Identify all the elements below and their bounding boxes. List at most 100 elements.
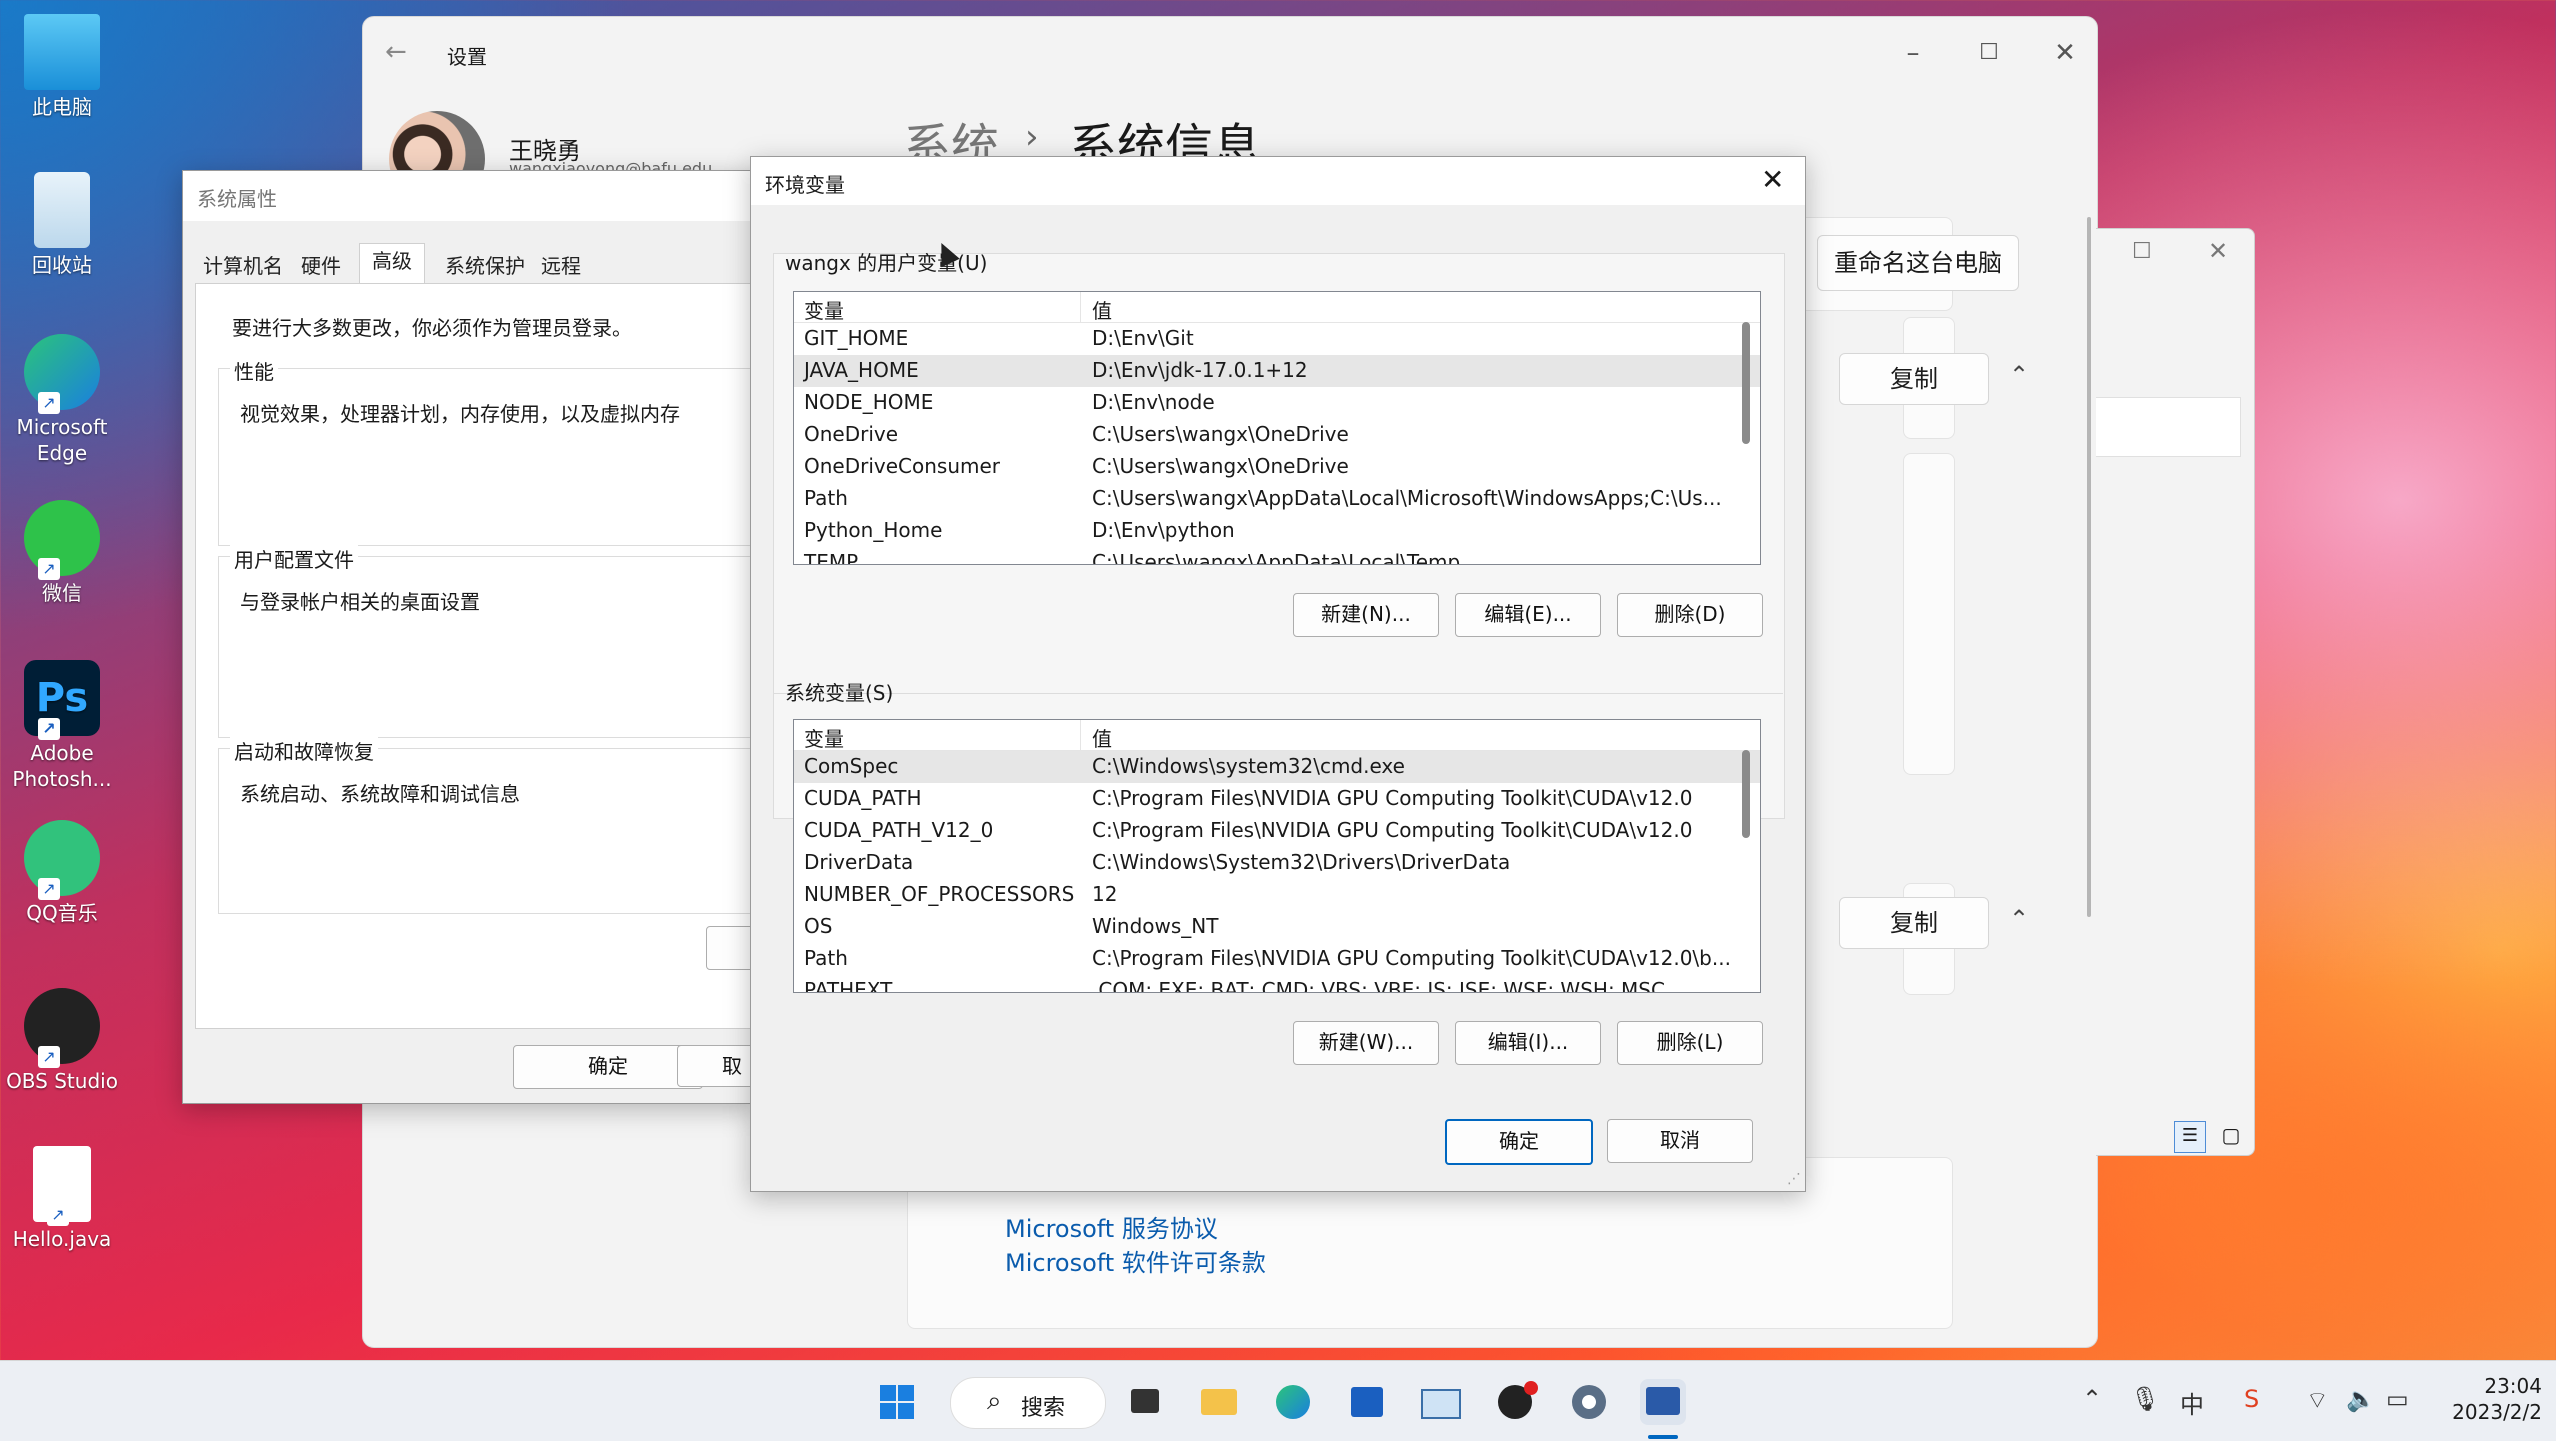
monitor-app-icon[interactable]	[1418, 1379, 1464, 1425]
shortcut-arrow-icon: ↗	[47, 1204, 69, 1226]
table-row[interactable]: Path C:\Users\wangx\AppData\Local\Microso…	[794, 483, 1760, 515]
desktop-icon[interactable]: 此电脑	[6, 14, 118, 120]
tab-hardware[interactable]: 硬件	[301, 249, 341, 283]
desktop-icon-label: 回收站	[32, 253, 92, 277]
variable-name: Python_Home	[804, 518, 943, 542]
ok-button[interactable]: 确定	[1445, 1119, 1593, 1165]
tab-computer-name[interactable]: 计算机名	[203, 249, 283, 283]
cancel-button[interactable]: 取	[677, 1045, 757, 1087]
table-row[interactable]: OneDrive C:\Users\wangx\OneDrive	[794, 419, 1760, 451]
clock[interactable]: 23:04 2023/2/2	[2446, 1373, 2542, 1425]
list-view-icon[interactable]: ☰	[2174, 1121, 2206, 1153]
taskbar: ⌕ 搜索 ⌃ 🎙 中 S ⌔ 🔈 ▭ 23:04 2023/2/2	[0, 1360, 2556, 1441]
maximize-icon[interactable]: ☐	[1971, 35, 2007, 71]
variable-value: C:\Users\wangx\OneDrive	[1092, 422, 1349, 446]
maximize-icon[interactable]: ☐	[2132, 239, 2152, 264]
file-explorer-icon[interactable]	[1196, 1379, 1242, 1425]
table-row[interactable]: NODE_HOME D:\Env\node	[794, 387, 1760, 419]
settings-gear-icon[interactable]	[1566, 1379, 1612, 1425]
scrollbar[interactable]	[2087, 217, 2091, 917]
edge-icon[interactable]	[1270, 1379, 1316, 1425]
close-icon[interactable]: ✕	[2208, 237, 2228, 265]
desktop-icon-label: Hello.java	[12, 1227, 112, 1251]
performance-group	[218, 368, 760, 546]
desktop-icon[interactable]: Ps ↗ Adobe Photosh...	[6, 660, 118, 792]
table-row[interactable]: TEMP C:\Users\wangx\AppData\Local\Temp	[794, 547, 1760, 564]
store-icon[interactable]	[1344, 1379, 1390, 1425]
battery-icon[interactable]: ▭	[2386, 1385, 2409, 1413]
copy-device-spec-button[interactable]: 复制	[1839, 353, 1989, 405]
column-value[interactable]: 值	[1092, 723, 1732, 752]
user-new-button[interactable]: 新建(N)...	[1293, 593, 1439, 637]
environment-variables-dialog: 环境变量 ✕ wangx 的用户变量(U) 变量 值 GIT_HOME D:\En…	[750, 156, 1806, 1192]
chevron-up-icon[interactable]: ⌃	[2009, 905, 2029, 933]
search-box[interactable]: ⌕ 搜索	[950, 1377, 1106, 1429]
close-icon[interactable]: ✕	[1761, 163, 1784, 196]
rename-pc-button[interactable]: 重命名这台电脑	[1817, 235, 2019, 291]
copy-windows-spec-button[interactable]: 复制	[1839, 897, 1989, 949]
desktop-icon-label: Adobe Photosh...	[12, 741, 112, 791]
desktop-icon[interactable]: ↗ QQ音乐	[6, 820, 118, 926]
tab-system-protection[interactable]: 系统保护	[445, 249, 525, 283]
table-row[interactable]: GIT_HOME D:\Env\Git	[794, 323, 1760, 355]
back-arrow-icon[interactable]: ←	[385, 37, 407, 67]
input-method-icon[interactable]: 中	[2180, 1385, 2204, 1420]
system-delete-button[interactable]: 删除(L)	[1617, 1021, 1763, 1065]
table-row[interactable]: ComSpec C:\Windows\system32\cmd.exe	[794, 751, 1760, 783]
desktop-icon[interactable]: ↗ OBS Studio	[6, 988, 118, 1094]
table-row[interactable]: OS Windows_NT	[794, 911, 1760, 943]
obs-icon[interactable]	[1492, 1379, 1538, 1425]
task-view-icon[interactable]	[1122, 1379, 1168, 1425]
chevron-up-icon[interactable]: ⌃	[2009, 361, 2029, 389]
user-variables-list[interactable]: 变量 值 GIT_HOME D:\Env\Git JAVA_HOME D:\Env\j…	[793, 291, 1761, 565]
variable-name: Path	[804, 946, 848, 970]
system-properties-taskbar-icon[interactable]	[1640, 1379, 1686, 1425]
text-field[interactable]	[2096, 397, 2241, 457]
tab-advanced[interactable]: 高级	[359, 243, 425, 284]
variable-name: JAVA_HOME	[804, 358, 919, 382]
table-row[interactable]: Path C:\Program Files\NVIDIA GPU Computin…	[794, 943, 1760, 975]
scrollbar[interactable]	[1742, 750, 1750, 838]
column-value[interactable]: 值	[1092, 295, 1732, 324]
desktop-icon[interactable]: ↗ 微信	[6, 500, 118, 606]
minimize-icon[interactable]: –	[1895, 35, 1931, 71]
desktop-icon[interactable]: ↗ Hello.java	[6, 1146, 118, 1252]
table-row[interactable]: Python_Home D:\Env\python	[794, 515, 1760, 547]
close-icon[interactable]: ✕	[2047, 35, 2083, 71]
start-icon[interactable]	[874, 1379, 920, 1425]
user-delete-button[interactable]: 删除(D)	[1617, 593, 1763, 637]
column-variable[interactable]: 变量	[804, 723, 844, 752]
variable-value: C:\Users\wangx\OneDrive	[1092, 454, 1349, 478]
tile-view-icon[interactable]: ▢	[2216, 1121, 2246, 1151]
user-profile-desc: 与登录帐户相关的桌面设置	[240, 590, 480, 614]
table-row[interactable]: OneDriveConsumer C:\Users\wangx\OneDrive	[794, 451, 1760, 483]
desktop-icon[interactable]: ↗ Microsoft Edge	[6, 334, 118, 466]
desktop-icon[interactable]: 回收站	[6, 172, 118, 278]
chevron-up-icon[interactable]: ⌃	[2082, 1385, 2102, 1413]
cancel-button[interactable]: 取消	[1607, 1119, 1753, 1163]
system-new-button[interactable]: 新建(W)...	[1293, 1021, 1439, 1065]
column-variable[interactable]: 变量	[804, 295, 844, 324]
table-row[interactable]: DriverData C:\Windows\System32\Drivers\Dr…	[794, 847, 1760, 879]
microphone-icon[interactable]: 🎙	[2130, 1385, 2160, 1413]
scrollbar[interactable]	[1742, 322, 1750, 444]
performance-title: 性能	[230, 356, 278, 385]
license-terms-link[interactable]: Microsoft 软件许可条款	[1005, 1243, 1266, 1278]
system-variables-list[interactable]: 变量 值 ComSpec C:\Windows\system32\cmd.exe C…	[793, 719, 1761, 993]
desktop-icon-label: 此电脑	[32, 95, 92, 119]
table-row[interactable]: JAVA_HOME D:\Env\jdk-17.0.1+12	[794, 355, 1760, 387]
table-row[interactable]: CUDA_PATH_V12_0 C:\Program Files\NVIDIA G…	[794, 815, 1760, 847]
table-row[interactable]: PATHEXT .COM;.EXE;.BAT;.CMD;.VBS;.VBE;.JS…	[794, 975, 1760, 992]
volume-icon[interactable]: 🔈	[2346, 1385, 2376, 1413]
tab-remote[interactable]: 远程	[541, 249, 581, 283]
service-agreement-link[interactable]: Microsoft 服务协议	[1005, 1209, 1218, 1244]
table-row[interactable]: CUDA_PATH C:\Program Files\NVIDIA GPU Com…	[794, 783, 1760, 815]
user-edit-button[interactable]: 编辑(E)...	[1455, 593, 1601, 637]
resize-grip-icon[interactable]: ⋰	[1787, 1171, 1801, 1187]
ok-button[interactable]: 确定	[513, 1045, 703, 1089]
photoshop-icon: Ps ↗	[24, 660, 100, 740]
system-edit-button[interactable]: 编辑(I)...	[1455, 1021, 1601, 1065]
antivirus-icon[interactable]: S	[2244, 1385, 2259, 1413]
wifi-icon[interactable]: ⌔	[2306, 1385, 2329, 1415]
table-row[interactable]: NUMBER_OF_PROCESSORS 12	[794, 879, 1760, 911]
